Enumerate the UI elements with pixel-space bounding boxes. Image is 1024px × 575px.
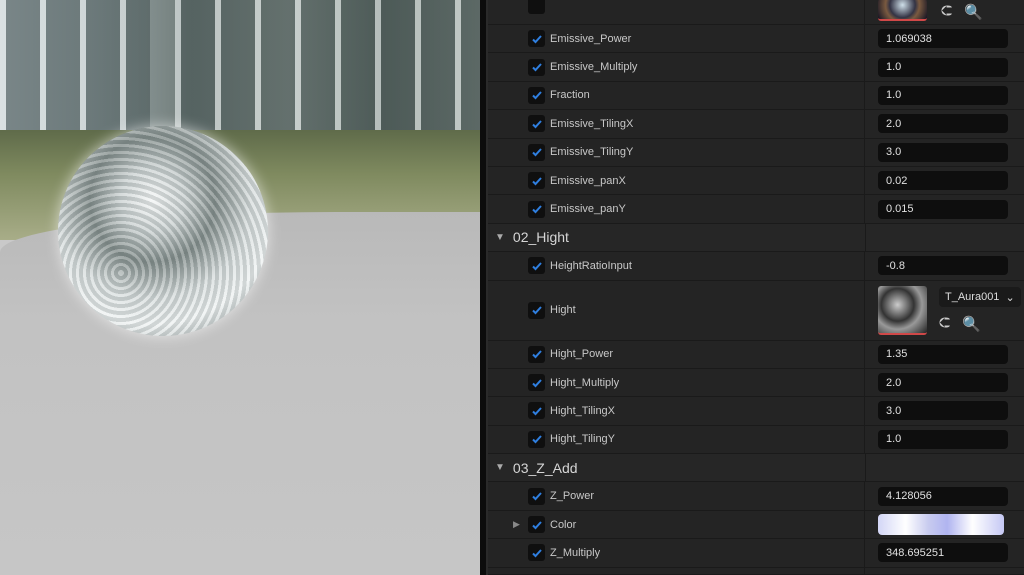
browse-asset-icon[interactable]: 🔍 <box>964 3 983 21</box>
checkbox[interactable] <box>528 86 545 104</box>
param-label: Fraction <box>550 89 590 102</box>
param-label: Emissive_TilingY <box>550 146 634 159</box>
param-value-input[interactable]: 1.0 <box>878 429 1008 449</box>
category-02-hight[interactable]: ▼ 02_Hight <box>488 223 1024 253</box>
checkbox[interactable] <box>528 58 545 76</box>
param-label: Z_Power <box>550 490 595 503</box>
expand-arrow-icon[interactable]: ▶ <box>513 519 520 530</box>
param-row: Hight_TilingX 3.0 <box>488 397 1024 426</box>
param-value-input[interactable]: 2.0 <box>878 373 1008 393</box>
param-row-partial <box>488 567 1024 575</box>
param-row: Fraction 1.0 <box>488 81 1024 111</box>
param-label: Emissive_panX <box>550 174 626 187</box>
asset-name: T_Aura001 <box>945 291 1000 304</box>
checkbox[interactable] <box>528 257 545 275</box>
param-row-z-power: Z_Power 4.128056 <box>488 482 1024 511</box>
param-value-input[interactable]: -0.8 <box>878 256 1008 276</box>
param-row: Hight_TilingY 1.0 <box>488 425 1024 455</box>
checkbox[interactable] <box>528 301 545 319</box>
param-row: Hight_Power 1.35 <box>488 340 1024 369</box>
checkbox[interactable] <box>528 172 545 190</box>
param-row: Emissive_TilingX 2.0 <box>488 110 1024 139</box>
param-label: Emissive_Power <box>550 32 632 45</box>
use-selected-icon[interactable]: ⮈ <box>941 3 952 21</box>
param-value-input[interactable]: 2.0 <box>878 114 1008 134</box>
panel-splitter[interactable] <box>480 0 488 575</box>
category-03-z-add[interactable]: ▼ 03_Z_Add <box>488 454 1024 483</box>
use-selected-icon[interactable]: ⮈ <box>939 315 950 333</box>
param-label: Emissive_TilingX <box>550 117 634 130</box>
checkbox[interactable] <box>528 143 545 161</box>
material-parameters-panel: ⮈ 🔍 Emissive_Power 1.069038 Emissive_Multip… <box>488 0 1024 575</box>
checkbox[interactable] <box>528 345 545 363</box>
checkbox[interactable] <box>528 430 545 448</box>
chevron-down-icon: ⌄ <box>1005 291 1015 304</box>
category-title: 03_Z_Add <box>512 459 578 476</box>
param-label: HeightRatioInput <box>550 259 632 272</box>
param-row-color: ▶ Color <box>488 510 1024 540</box>
param-label: Hight <box>550 304 576 317</box>
collapse-arrow-icon[interactable]: ▼ <box>495 232 505 243</box>
param-row: Hight_Multiply 2.0 <box>488 368 1024 398</box>
param-row: Emissive_TilingY 3.0 <box>488 138 1024 167</box>
checkbox[interactable] <box>528 115 545 133</box>
param-value-input[interactable]: 348.695251 <box>878 543 1008 563</box>
browse-asset-icon[interactable]: 🔍 <box>962 315 981 333</box>
collapse-arrow-icon[interactable]: ▼ <box>495 462 505 473</box>
param-value-input[interactable]: 1.069038 <box>878 29 1008 49</box>
texture-row-partial: ⮈ 🔍 <box>488 0 1024 25</box>
param-label: Hight_TilingX <box>550 404 616 417</box>
building-left <box>0 0 150 140</box>
checkbox[interactable] <box>528 0 545 14</box>
checkbox[interactable] <box>528 544 545 562</box>
param-value-input[interactable]: 1.35 <box>878 344 1008 364</box>
param-value-input[interactable]: 3.0 <box>878 142 1008 162</box>
param-label: Emissive_panY <box>550 203 626 216</box>
param-value-input[interactable]: 3.0 <box>878 401 1008 421</box>
building-glass <box>175 0 480 150</box>
param-label: Emissive_Multiply <box>550 61 638 74</box>
checkbox[interactable] <box>528 200 545 218</box>
category-title: 02_Hight <box>512 229 569 246</box>
texture-thumbnail[interactable] <box>878 0 927 21</box>
param-label: Color <box>550 518 577 531</box>
preview-sphere <box>58 126 268 336</box>
color-swatch[interactable] <box>878 514 1004 536</box>
checkbox[interactable] <box>528 402 545 420</box>
material-preview-viewport[interactable] <box>0 0 480 575</box>
param-row-hight-texture: Hight T_Aura001 ⌄ ⮈ 🔍 <box>488 280 1024 341</box>
param-value-input[interactable]: 4.128056 <box>878 486 1008 506</box>
param-label: Hight_Power <box>550 348 613 361</box>
param-label: Hight_TilingY <box>550 433 616 446</box>
param-value-input[interactable]: 0.015 <box>878 199 1008 219</box>
asset-picker-dropdown[interactable]: T_Aura001 ⌄ <box>939 287 1021 308</box>
param-row: Emissive_Power 1.069038 <box>488 25 1024 54</box>
param-row: Emissive_Multiply 1.0 <box>488 53 1024 82</box>
param-label: Z_Multiply <box>550 546 601 559</box>
checkbox[interactable] <box>528 487 545 505</box>
checkbox[interactable] <box>528 30 545 48</box>
param-row: Emissive_panY 0.015 <box>488 195 1024 224</box>
param-row: Emissive_panX 0.02 <box>488 166 1024 196</box>
checkbox[interactable] <box>528 516 545 534</box>
checkbox[interactable] <box>528 374 545 392</box>
param-value-input[interactable]: 1.0 <box>878 85 1008 105</box>
param-label: Hight_Multiply <box>550 376 620 389</box>
texture-thumbnail[interactable] <box>878 285 927 335</box>
param-value-input[interactable]: 0.02 <box>878 171 1008 191</box>
param-row-z-multiply: Z_Multiply 348.695251 <box>488 539 1024 568</box>
param-value-input[interactable]: 1.0 <box>878 57 1008 77</box>
param-row-heightratioinput: HeightRatioInput -0.8 <box>488 252 1024 281</box>
